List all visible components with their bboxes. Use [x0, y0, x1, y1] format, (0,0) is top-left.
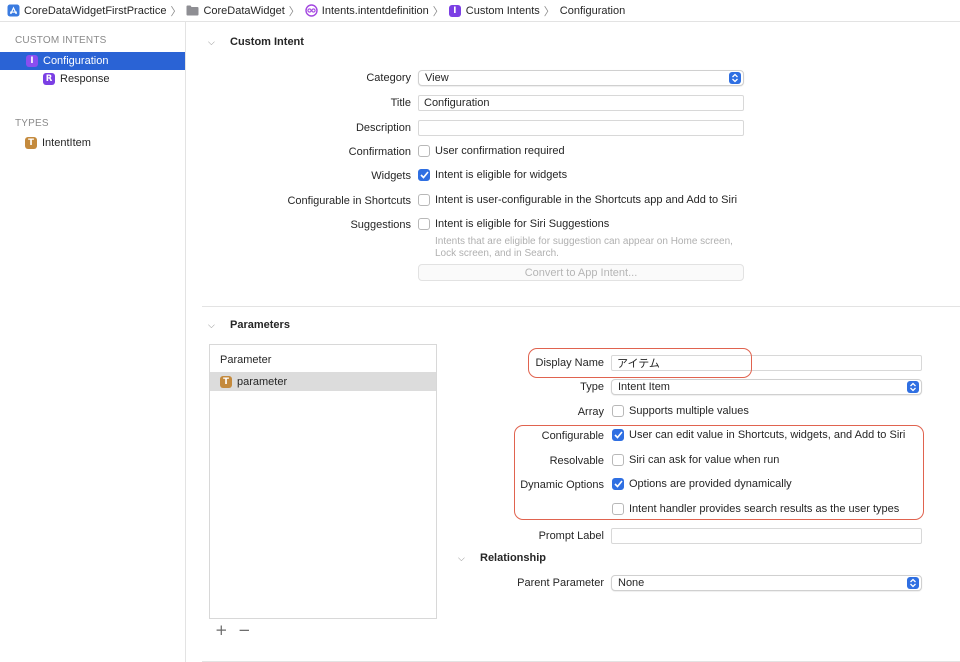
- sidebar-item-response[interactable]: R Response: [0, 70, 185, 88]
- breadcrumb-group[interactable]: CoreDataWidget: [186, 4, 285, 17]
- widgets-text: Intent is eligible for widgets: [435, 169, 568, 181]
- widgets-checkbox[interactable]: [418, 169, 430, 181]
- array-checkbox-row[interactable]: Supports multiple values: [612, 405, 749, 417]
- breadcrumb-file[interactable]: Intents.intentdefinition: [305, 4, 429, 17]
- confirmation-label: Confirmation: [348, 146, 411, 158]
- section-title: Relationship: [480, 552, 547, 564]
- breadcrumb-configuration[interactable]: Configuration: [560, 5, 625, 17]
- app-icon: [7, 4, 20, 17]
- folder-icon: [186, 4, 199, 17]
- section-divider: [202, 306, 960, 307]
- chevron-down-icon[interactable]: ⌵: [458, 553, 472, 564]
- breadcrumb-label: Intents.intentdefinition: [321, 4, 429, 17]
- type-value: Intent Item: [618, 381, 670, 393]
- confirmation-checkbox-row[interactable]: User confirmation required: [418, 145, 565, 157]
- array-checkbox[interactable]: [612, 405, 624, 417]
- type-popup[interactable]: Intent Item: [611, 379, 922, 395]
- chevron-down-icon[interactable]: ⌵: [208, 37, 222, 48]
- response-badge-icon: R: [43, 73, 55, 85]
- array-label: Array: [577, 406, 604, 418]
- title-label: Title: [390, 97, 411, 109]
- popup-stepper-icon: [907, 577, 919, 589]
- breadcrumb-label: CoreDataWidgetFirstPractice: [24, 4, 167, 17]
- configurable-shortcuts-label: Configurable in Shortcuts: [287, 195, 411, 207]
- section-title: Custom Intent: [230, 36, 304, 48]
- prompt-label-field[interactable]: [611, 528, 922, 544]
- breadcrumb-label: CoreDataWidget: [203, 4, 285, 17]
- intent-editor: ⌵ Custom Intent Category View Title Conf…: [186, 22, 960, 662]
- sidebar-header-custom-intents: CUSTOM INTENTS: [15, 35, 107, 46]
- remove-parameter-button[interactable]: −: [238, 621, 251, 639]
- breadcrumb-custom-intents[interactable]: I Custom Intents: [448, 4, 540, 17]
- parameter-name: parameter: [237, 375, 288, 388]
- popup-stepper-icon: [729, 72, 741, 84]
- breadcrumb-label: Custom Intents: [465, 4, 540, 17]
- array-text: Supports multiple values: [629, 405, 749, 417]
- configurable-shortcuts-checkbox-row[interactable]: Intent is user-configurable in the Short…: [418, 194, 737, 206]
- intent-badge-icon: I: [448, 4, 461, 17]
- sidebar-item-configuration[interactable]: I Configuration: [0, 52, 185, 70]
- sidebar-item-label: Response: [60, 73, 110, 85]
- popup-stepper-icon: [907, 381, 919, 393]
- category-popup[interactable]: View: [418, 70, 744, 86]
- description-label: Description: [355, 122, 411, 134]
- suggestions-checkbox[interactable]: [418, 218, 430, 230]
- parameter-table: Parameter T parameter: [209, 344, 437, 619]
- custom-intent-section-header[interactable]: ⌵ Custom Intent: [208, 36, 304, 48]
- chevron-right-icon: 〉: [288, 5, 300, 18]
- chevron-right-icon: 〉: [432, 5, 444, 18]
- parameter-table-header: Parameter: [220, 354, 272, 366]
- confirmation-checkbox[interactable]: [418, 145, 430, 157]
- breadcrumb: CoreDataWidgetFirstPractice 〉 CoreDataWi…: [0, 0, 960, 22]
- description-field[interactable]: [418, 120, 744, 136]
- parameters-section-header[interactable]: ⌵ Parameters: [208, 319, 290, 331]
- sidebar-item-label: IntentItem: [42, 137, 91, 149]
- category-label: Category: [366, 72, 411, 84]
- prompt-label-label: Prompt Label: [538, 530, 604, 542]
- breadcrumb-project[interactable]: CoreDataWidgetFirstPractice: [7, 4, 166, 17]
- convert-to-app-intent-button[interactable]: Convert to App Intent...: [418, 264, 744, 281]
- add-parameter-button[interactable]: +: [215, 621, 228, 639]
- suggestions-checkbox-row[interactable]: Intent is eligible for Siri Suggestions: [418, 218, 609, 230]
- suggestions-hint: Intents that are eligible for suggestion…: [435, 236, 733, 260]
- configurable-shortcuts-checkbox[interactable]: [418, 194, 430, 206]
- chevron-right-icon: 〉: [543, 5, 555, 18]
- intent-badge-icon: I: [26, 55, 38, 67]
- suggestions-hint-line: Lock screen, and in Search.: [435, 248, 559, 259]
- display-name-highlight: [528, 348, 752, 378]
- title-field[interactable]: Configuration: [418, 95, 744, 111]
- suggestions-hint-line: Intents that are eligible for suggestion…: [435, 236, 733, 247]
- sidebar: CUSTOM INTENTS I Configuration R Respons…: [0, 22, 186, 662]
- breadcrumb-label: Configuration: [559, 4, 626, 17]
- section-title: Parameters: [230, 319, 290, 331]
- checkmark-icon: [419, 171, 429, 179]
- type-label: Type: [580, 381, 604, 393]
- widgets-checkbox-row[interactable]: Intent is eligible for widgets: [418, 169, 567, 181]
- title-value: Configuration: [424, 97, 490, 109]
- type-badge-icon: T: [25, 137, 37, 149]
- parent-parameter-value: None: [618, 577, 645, 589]
- relationship-section-header[interactable]: ⌵ Relationship: [458, 552, 546, 564]
- chevron-down-icon[interactable]: ⌵: [208, 320, 222, 331]
- sidebar-header-types: TYPES: [15, 118, 49, 129]
- suggestions-label: Suggestions: [350, 219, 411, 231]
- sidebar-item-label: Configuration: [43, 55, 109, 67]
- suggestions-text: Intent is eligible for Siri Suggestions: [435, 218, 610, 230]
- category-value: View: [425, 72, 449, 84]
- widgets-label: Widgets: [371, 170, 411, 182]
- sidebar-item-intentitem[interactable]: T IntentItem: [0, 134, 185, 152]
- type-badge-icon: T: [220, 375, 232, 388]
- configurable-shortcuts-text: Intent is user-configurable in the Short…: [435, 194, 738, 206]
- parent-parameter-label: Parent Parameter: [517, 577, 604, 589]
- table-row[interactable]: T parameter: [210, 372, 436, 391]
- parent-parameter-popup[interactable]: None: [611, 575, 922, 591]
- options-highlight: [514, 425, 924, 520]
- confirmation-text: User confirmation required: [435, 145, 565, 157]
- intent-definition-icon: [305, 4, 318, 17]
- chevron-right-icon: 〉: [170, 5, 182, 18]
